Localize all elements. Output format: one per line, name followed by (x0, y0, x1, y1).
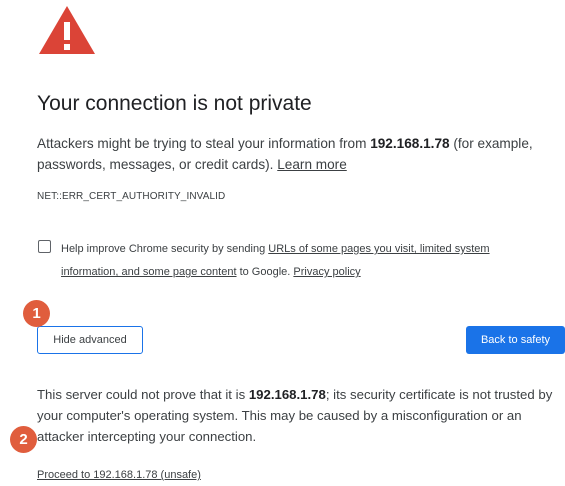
step-badge-1: 1 (23, 300, 50, 327)
warning-triangle-icon (37, 4, 97, 56)
optin-text-after: to Google. (236, 266, 294, 278)
back-to-safety-button[interactable]: Back to safety (466, 326, 565, 354)
proceed-unsafe-link[interactable]: Proceed to 192.168.1.78 (unsafe) (37, 469, 201, 481)
error-code: NET::ERR_CERT_AUTHORITY_INVALID (37, 191, 226, 202)
hide-advanced-button[interactable]: Hide advanced (37, 326, 143, 354)
details-host: 192.168.1.78 (248, 387, 326, 402)
intro-text-before: Attackers might be trying to steal your … (37, 136, 371, 151)
security-optin-label: Help improve Chrome security by sending … (61, 238, 541, 284)
intro-paragraph: Attackers might be trying to steal your … (37, 133, 557, 175)
step-badge-2: 2 (10, 426, 37, 453)
privacy-policy-link[interactable]: Privacy policy (293, 266, 360, 278)
security-optin-checkbox[interactable] (38, 240, 51, 253)
learn-more-link[interactable]: Learn more (277, 157, 347, 172)
details-text-before: This server could not prove that it is (37, 387, 249, 402)
details-paragraph: This server could not prove that it is 1… (37, 384, 562, 447)
optin-text-before: Help improve Chrome security by sending (61, 243, 269, 255)
page-title: Your connection is not private (37, 92, 312, 115)
intro-host: 192.168.1.78 (370, 136, 450, 151)
